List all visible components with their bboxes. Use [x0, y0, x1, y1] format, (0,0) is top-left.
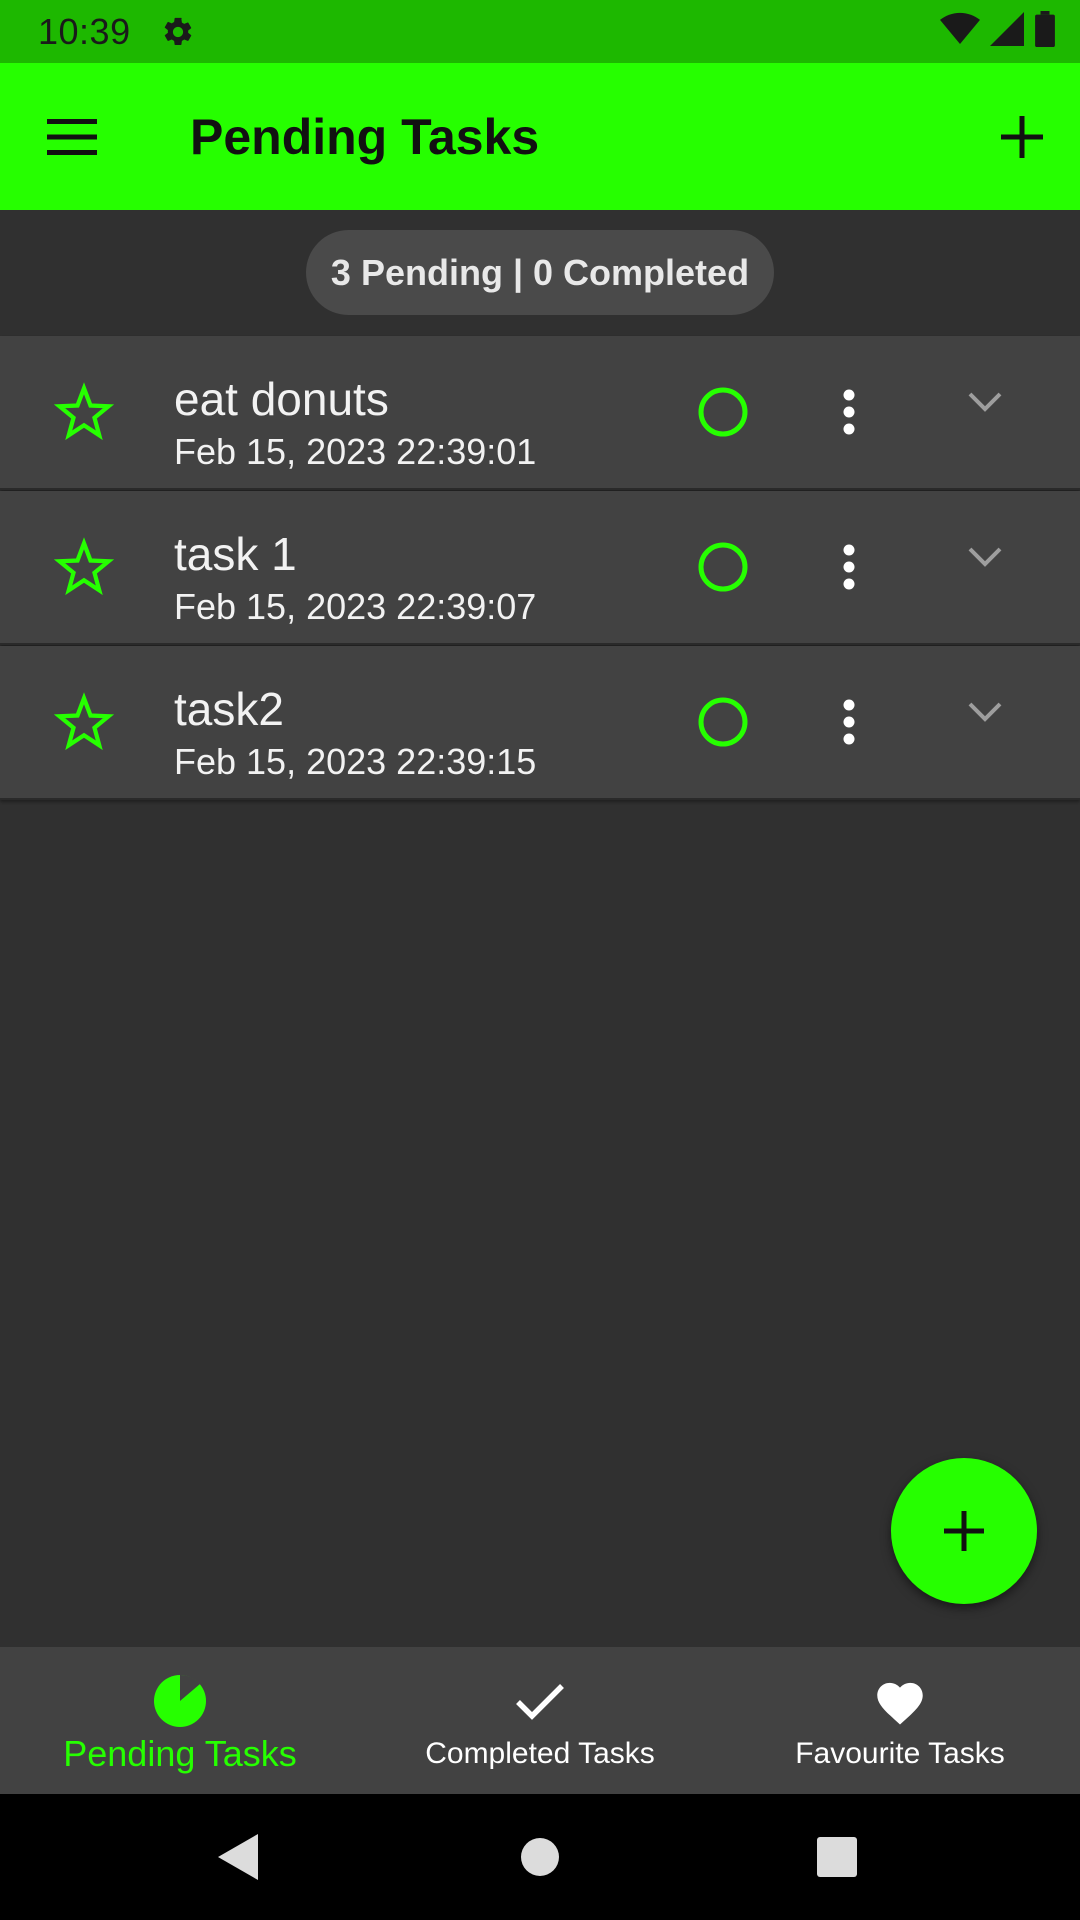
nav-pending-tasks[interactable]: Pending Tasks	[0, 1647, 360, 1794]
pie-chart-icon	[150, 1673, 210, 1729]
nav-completed-tasks[interactable]: Completed Tasks	[360, 1647, 720, 1794]
recents-icon[interactable]	[817, 1837, 857, 1877]
task-date: Feb 15, 2023 22:39:15	[174, 741, 537, 782]
hamburger-menu-icon[interactable]	[44, 109, 100, 165]
task-date: Feb 15, 2023 22:39:07	[174, 586, 537, 627]
plus-icon	[944, 1511, 984, 1551]
gear-icon	[161, 14, 197, 50]
more-options-icon[interactable]	[824, 692, 874, 752]
star-outline-icon[interactable]	[54, 382, 114, 442]
page-title: Pending Tasks	[190, 108, 540, 165]
system-navigation-bar	[0, 1794, 1080, 1920]
task-row[interactable]: task2 Feb 15, 2023 22:39:15	[0, 646, 1080, 800]
task-list: eat donuts Feb 15, 2023 22:39:01 task 1 …	[0, 336, 1080, 800]
wifi-icon	[940, 12, 980, 51]
checkmark-icon	[510, 1673, 570, 1729]
nav-favourite-tasks[interactable]: Favourite Tasks	[720, 1647, 1080, 1794]
heart-icon	[870, 1673, 930, 1729]
add-task-fab[interactable]	[891, 1458, 1037, 1604]
chevron-down-icon[interactable]	[960, 692, 1010, 732]
home-icon[interactable]	[520, 1837, 560, 1877]
task-row[interactable]: eat donuts Feb 15, 2023 22:39:01	[0, 336, 1080, 490]
status-bar: 10:39	[0, 0, 1080, 63]
star-outline-icon[interactable]	[54, 537, 114, 597]
battery-icon	[1034, 11, 1056, 52]
add-task-button[interactable]	[990, 105, 1054, 169]
status-icons	[940, 11, 1056, 52]
chevron-down-icon[interactable]	[960, 537, 1010, 577]
status-time: 10:39	[38, 10, 131, 52]
back-icon[interactable]	[218, 1834, 258, 1880]
complete-circle-icon[interactable]	[697, 386, 749, 438]
nav-label: Completed Tasks	[425, 1737, 655, 1770]
task-date: Feb 15, 2023 22:39:01	[174, 431, 537, 472]
task-row[interactable]: task 1 Feb 15, 2023 22:39:07	[0, 491, 1080, 645]
plus-icon	[1001, 115, 1043, 158]
nav-label: Favourite Tasks	[795, 1737, 1005, 1770]
task-title: eat donuts	[174, 373, 389, 425]
complete-circle-icon[interactable]	[697, 696, 749, 748]
bottom-navigation: Pending Tasks Completed Tasks Favourite …	[0, 1647, 1080, 1794]
complete-circle-icon[interactable]	[697, 541, 749, 593]
star-outline-icon[interactable]	[54, 692, 114, 752]
task-title: task 1	[174, 528, 297, 580]
task-title: task2	[174, 683, 284, 735]
more-options-icon[interactable]	[824, 382, 874, 442]
task-summary-chip: 3 Pending | 0 Completed	[306, 230, 774, 315]
chevron-down-icon[interactable]	[960, 382, 1010, 422]
app-bar: Pending Tasks	[0, 63, 1080, 210]
more-options-icon[interactable]	[824, 537, 874, 597]
nav-label: Pending Tasks	[63, 1733, 297, 1774]
signal-icon	[990, 12, 1024, 51]
